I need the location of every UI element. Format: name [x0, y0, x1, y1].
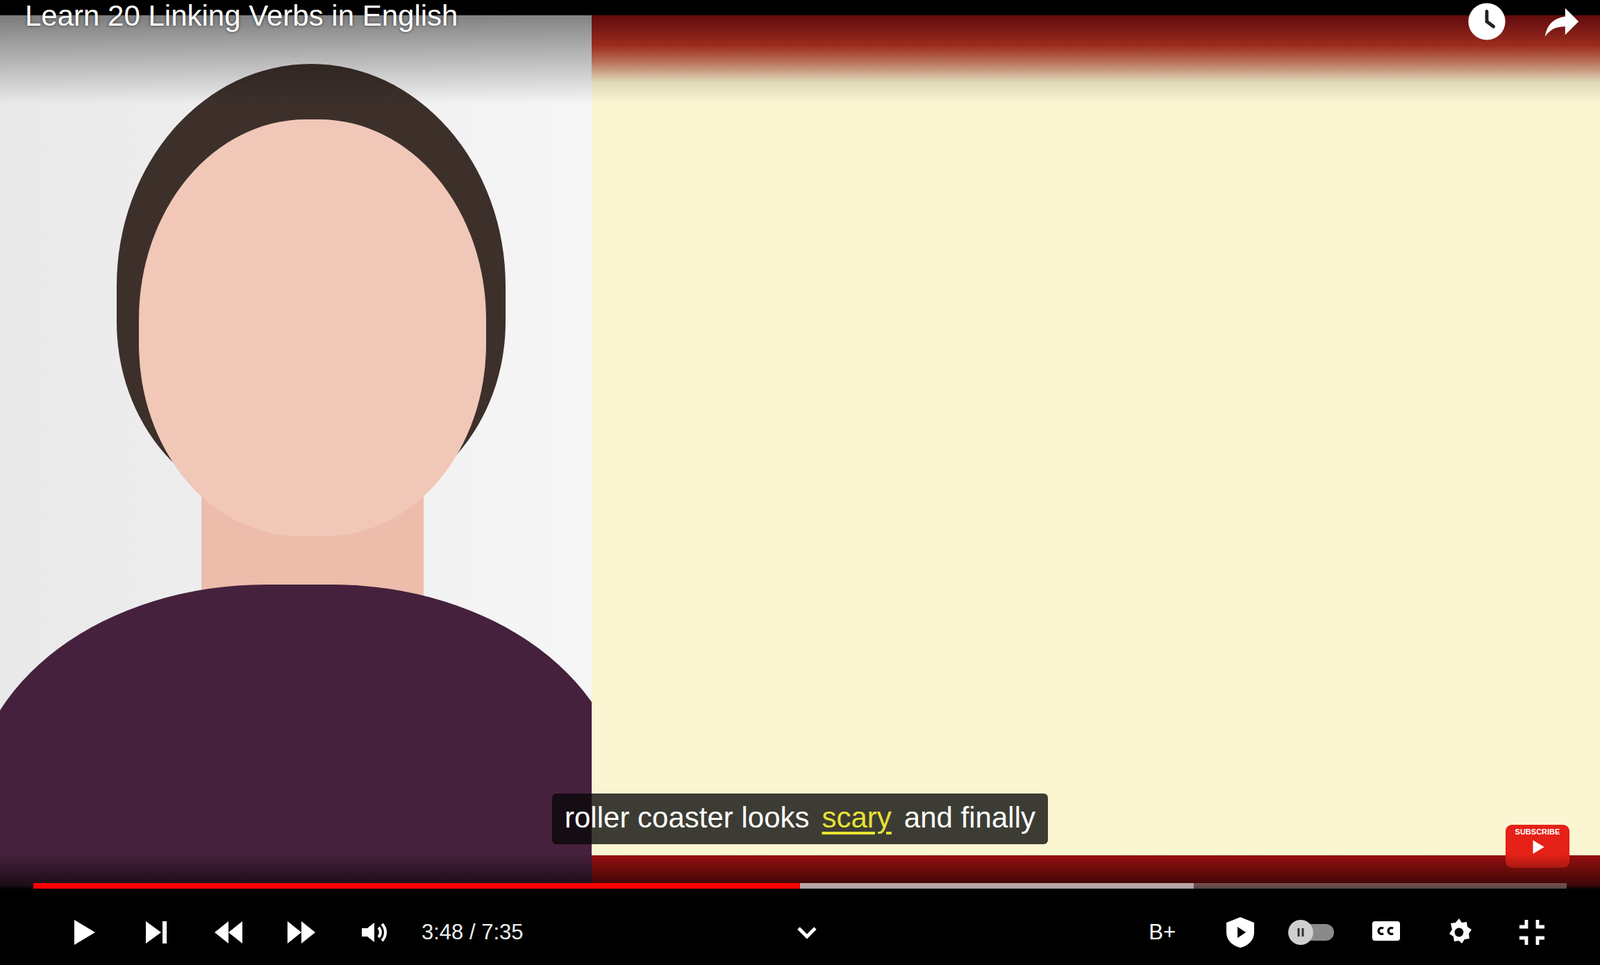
rewind-icon	[211, 915, 246, 950]
chevron-down-icon	[790, 915, 824, 950]
play-icon	[65, 915, 100, 950]
played-fill	[33, 883, 800, 889]
caption-word[interactable]: roller coaster looks	[564, 799, 810, 838]
rewind-button[interactable]	[191, 904, 265, 961]
captions-button[interactable]	[1349, 904, 1423, 961]
share-icon[interactable]	[1541, 1, 1582, 42]
cc-icon	[1369, 914, 1403, 948]
progress-bar[interactable]	[33, 881, 1567, 891]
settings-button[interactable]	[1422, 904, 1496, 961]
video-player[interactable]: Learn 20 Linking Verbs in English roller…	[0, 0, 1600, 965]
pause-icon	[1294, 926, 1307, 939]
presenter-picture	[0, 15, 592, 965]
captions-indicator	[1369, 914, 1403, 951]
exit-fullscreen-button[interactable]	[1495, 904, 1569, 961]
video-title[interactable]: Learn 20 Linking Verbs in English	[25, 0, 458, 32]
caption-word[interactable]: scary	[821, 799, 891, 838]
exit-fullscreen-icon	[1515, 915, 1549, 950]
watch-later-icon[interactable]	[1466, 1, 1507, 42]
forward-icon	[284, 915, 319, 950]
time-display: 3:48 / 7:35	[421, 916, 524, 950]
speaker-icon	[357, 915, 391, 950]
next-icon	[138, 915, 173, 950]
caption-word[interactable]: and finally	[904, 799, 1036, 838]
volume-button[interactable]	[337, 904, 411, 961]
shield-button[interactable]	[1203, 904, 1277, 961]
autoplay-track	[1292, 924, 1335, 941]
play-button[interactable]	[45, 904, 119, 961]
shield-icon	[1223, 915, 1257, 950]
gear-icon	[1442, 915, 1476, 950]
next-button[interactable]	[118, 904, 192, 961]
caption-box: roller coaster looks scary and finally	[552, 793, 1048, 845]
autoplay-knob	[1288, 920, 1314, 946]
expand-button[interactable]	[770, 904, 844, 961]
autoplay-toggle[interactable]	[1276, 904, 1350, 961]
subscribe-label: SUBSCRIBE	[1515, 827, 1561, 837]
forward-button[interactable]	[264, 904, 338, 961]
control-bar: 3:48 / 7:35 B+	[0, 854, 1600, 965]
extension-button[interactable]: B+	[1148, 916, 1176, 950]
